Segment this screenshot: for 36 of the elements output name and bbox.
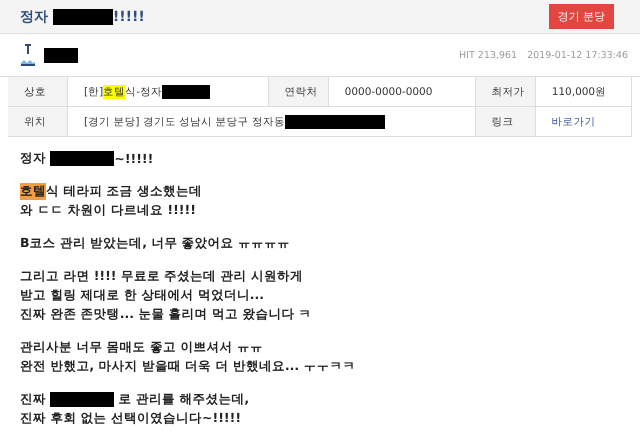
post-title: !!!!! (112, 8, 145, 24)
value-text: 110,000원 (552, 84, 606, 98)
body-text: 진짜 (20, 391, 47, 408)
redaction-bar (52, 8, 113, 24)
label-text: 링크 (492, 114, 514, 128)
body-text: 완전 반했고, 마사지 받을때 더욱 더 반했네요... ㅜㅜㅋㅋ (20, 357, 356, 375)
body-text: B코스 관리 받았는데, 너무 좋았어요 ㅠㅠㅠㅠ (20, 234, 292, 252)
value-text: [경기 분당] 경기도 성남시 분당구 정자동 (84, 114, 285, 128)
body-text: 관리사분 너무 몸매도 좋고 이쁘셔서 ㅠㅠ (20, 338, 264, 356)
label-text: 상호 (24, 84, 46, 98)
post-date: 2019-01-12 17:33:46 (527, 50, 628, 60)
body-text: 받고 힐링 제대로 한 상태에서 먹었더니... (20, 286, 266, 304)
value-text: 식-정자 (125, 84, 162, 98)
body-text: 그리고 라면 !!!! 무료로 주셨는데 관리 시원하게 (20, 267, 304, 285)
label-text: 연락처 (284, 84, 318, 98)
post-title: 정자 (20, 8, 49, 26)
avatar-icon (20, 43, 36, 67)
body-text: 로 관리를 해주셨는데, (118, 391, 250, 408)
highlighted-text: 호텔 (103, 84, 126, 98)
body-text: ~!!!!! (114, 151, 154, 166)
hit-count: HIT 213,961 (459, 50, 518, 60)
link[interactable]: 바로가기 (552, 116, 596, 128)
redaction-bar (50, 392, 114, 407)
value-text: 0000-0000-0000 (344, 86, 432, 98)
label-text: 최저가 (492, 84, 525, 98)
value-text: [한] (84, 84, 104, 98)
body-text: 와 ㄷㄷ 차원이 다르네요 !!!!! (20, 201, 197, 219)
redaction-bar (50, 151, 114, 166)
redaction-bar (162, 84, 210, 98)
body-text: 정자 (20, 150, 47, 167)
body-text: 진짜 후회 없는 선택이였습니다~!!!!! (20, 409, 242, 427)
region-button[interactable]: 경기 분당 (548, 4, 614, 29)
label-text: 위치 (24, 114, 46, 128)
highlighted-text: 호텔 (20, 183, 46, 200)
body-text: 진짜 완존 존맛탱... 눈물 흘리며 먹고 왔습니다 ㅋ (20, 305, 313, 323)
body-text: 식 테라피 조금 생소했는데 (46, 183, 202, 200)
